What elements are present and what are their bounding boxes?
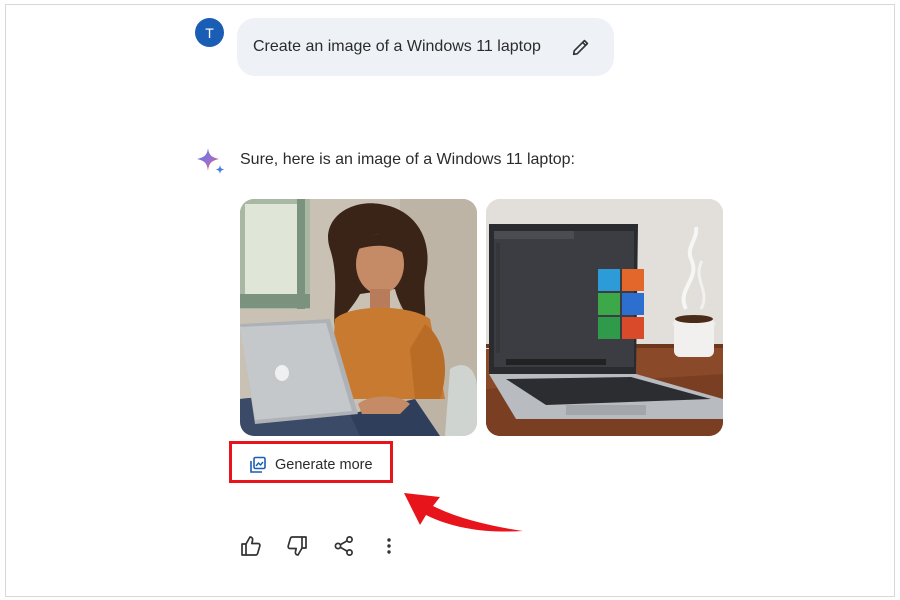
generated-image-woman[interactable]	[240, 199, 477, 436]
user-avatar[interactable]: T	[195, 18, 224, 47]
assistant-reply: Sure, here is an image of a Windows 11 l…	[240, 151, 575, 168]
prompt-text: Create an image of a Windows 11 laptop	[253, 38, 541, 55]
generated-image-laptop[interactable]	[486, 199, 723, 436]
more-vert-icon[interactable]	[377, 534, 401, 558]
sparkle-icon	[197, 148, 225, 174]
avatar-initial: T	[205, 24, 214, 41]
share-icon[interactable]	[332, 534, 356, 558]
prompt-bubble: Create an image of a Windows 11 laptop	[237, 18, 614, 76]
highlight-box	[229, 441, 393, 483]
thumbs-up-icon[interactable]	[239, 534, 263, 558]
chat-panel: T Create an image of a Windows 11 laptop…	[5, 4, 895, 597]
red-arrow-annotation	[404, 493, 523, 532]
pencil-icon[interactable]	[570, 36, 592, 58]
thumbs-down-icon[interactable]	[285, 534, 309, 558]
